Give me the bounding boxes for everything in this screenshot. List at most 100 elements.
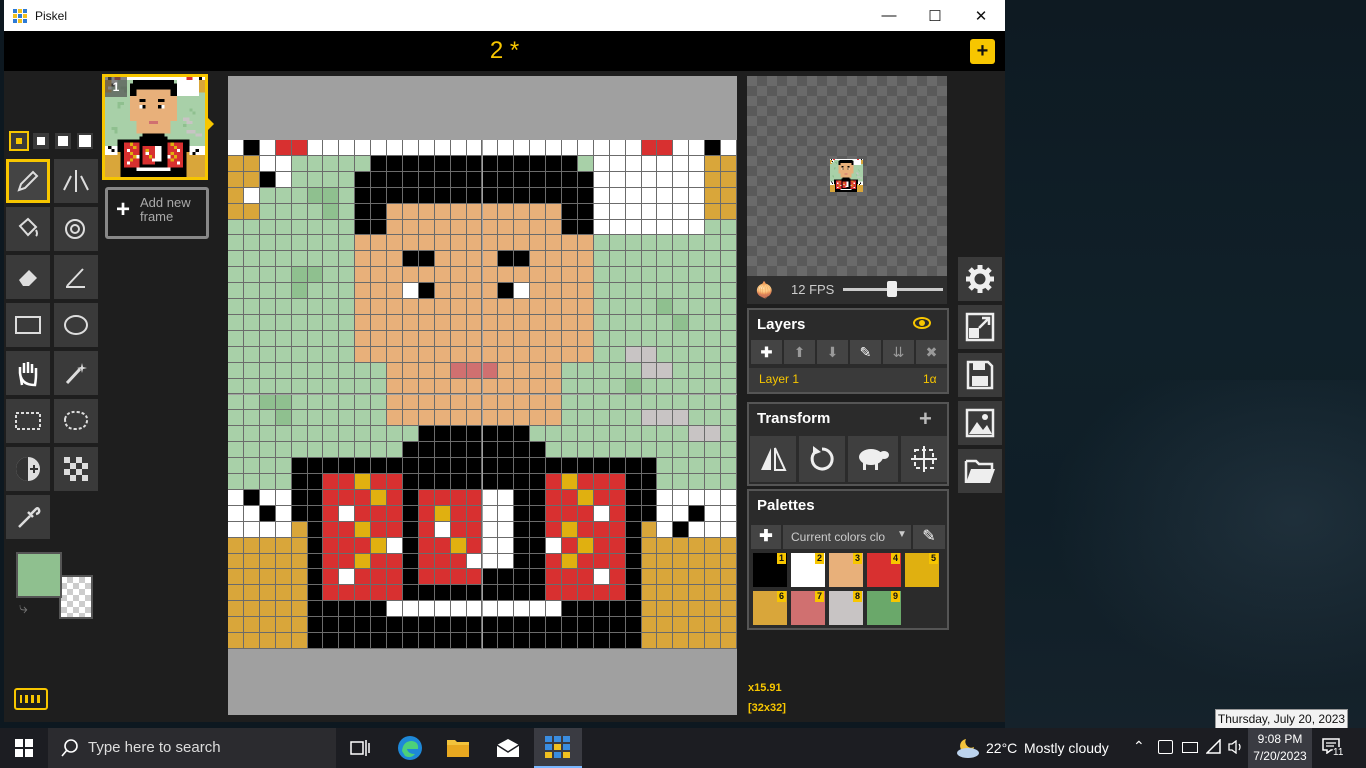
pixel[interactable] (387, 442, 403, 459)
pixel[interactable] (418, 553, 435, 570)
pixel[interactable] (323, 633, 340, 649)
pixel[interactable] (546, 394, 563, 411)
pixel[interactable] (466, 569, 483, 586)
pixel[interactable] (625, 203, 642, 220)
pixel[interactable] (577, 601, 594, 618)
pixel[interactable] (339, 203, 356, 220)
pixel[interactable] (466, 458, 483, 475)
pixel[interactable] (291, 458, 308, 475)
pixel[interactable] (387, 235, 403, 252)
pixel[interactable] (371, 394, 388, 411)
pixel[interactable] (577, 219, 594, 236)
resize-button[interactable] (958, 305, 1002, 349)
pixel[interactable] (323, 314, 340, 331)
lasso-select-tool[interactable] (54, 399, 98, 443)
pixel[interactable] (577, 633, 594, 649)
pixel[interactable] (577, 187, 594, 204)
pixel[interactable] (434, 489, 451, 506)
pixel[interactable] (450, 553, 467, 570)
pixel[interactable] (418, 505, 435, 522)
pixel[interactable] (323, 267, 340, 284)
pixel[interactable] (466, 187, 483, 204)
pixel[interactable] (402, 187, 419, 204)
pixel[interactable] (705, 553, 722, 570)
pixel[interactable] (434, 553, 451, 570)
mail-button[interactable] (484, 728, 532, 768)
pixel[interactable] (418, 219, 435, 236)
pixel[interactable] (562, 617, 578, 634)
pixel[interactable] (530, 474, 547, 490)
pixel[interactable] (339, 330, 356, 347)
pixel[interactable] (609, 219, 626, 236)
pixel[interactable] (355, 267, 372, 284)
move-layer-up-button[interactable]: ⬆ (784, 340, 815, 364)
pixel[interactable] (434, 346, 451, 363)
pixel[interactable] (546, 171, 563, 188)
pixel[interactable] (387, 553, 403, 570)
pixel[interactable] (514, 474, 531, 490)
pixel[interactable] (323, 601, 340, 618)
pixel[interactable] (721, 267, 737, 284)
pixel[interactable] (275, 155, 292, 172)
pixel[interactable] (657, 521, 674, 538)
pixel[interactable] (546, 140, 563, 156)
pixel[interactable] (259, 299, 276, 315)
pixel[interactable] (243, 187, 260, 204)
pixel[interactable] (275, 203, 292, 220)
pixel[interactable] (275, 140, 292, 156)
pixel[interactable] (307, 410, 324, 427)
pixel[interactable] (259, 601, 276, 618)
pixel[interactable] (434, 394, 451, 411)
pixel[interactable] (657, 187, 674, 204)
pixel[interactable] (482, 203, 499, 220)
pixel[interactable] (307, 203, 324, 220)
pixel[interactable] (593, 299, 610, 315)
eraser-tool[interactable] (6, 255, 50, 299)
notification-center-button[interactable]: 11 (1322, 738, 1345, 758)
pixel[interactable] (593, 489, 610, 506)
pixel[interactable] (387, 394, 403, 411)
pixel[interactable] (657, 442, 674, 459)
pixel[interactable] (721, 521, 737, 538)
pixel[interactable] (323, 410, 340, 427)
pixel[interactable] (418, 251, 435, 268)
pixel[interactable] (546, 314, 563, 331)
pixel[interactable] (466, 442, 483, 459)
pixel[interactable] (418, 442, 435, 459)
pixel[interactable] (689, 537, 706, 554)
pixel[interactable] (625, 426, 642, 443)
pixel[interactable] (562, 633, 578, 649)
pixel[interactable] (705, 378, 722, 395)
document-name[interactable]: 2 * (4, 37, 1005, 65)
pixel[interactable] (228, 299, 244, 315)
pixel[interactable] (546, 219, 563, 236)
pixel[interactable] (434, 299, 451, 315)
pixel[interactable] (466, 235, 483, 252)
pixel[interactable] (530, 251, 547, 268)
pixel[interactable] (546, 283, 563, 300)
pixel[interactable] (466, 251, 483, 268)
pixel[interactable] (641, 171, 658, 188)
pixel[interactable] (339, 346, 356, 363)
pixel[interactable] (577, 267, 594, 284)
pixel[interactable] (307, 537, 324, 554)
pixel[interactable] (371, 521, 388, 538)
pen-size-2[interactable] (33, 133, 49, 149)
pixel[interactable] (339, 219, 356, 236)
pixel[interactable] (450, 394, 467, 411)
pixel[interactable] (259, 617, 276, 634)
pixel[interactable] (418, 601, 435, 618)
pixel[interactable] (689, 394, 706, 411)
pixel[interactable] (259, 235, 276, 252)
pixel[interactable] (466, 489, 483, 506)
pixel[interactable] (323, 569, 340, 586)
pixel[interactable] (450, 601, 467, 618)
pixel[interactable] (673, 474, 690, 490)
pixel[interactable] (514, 251, 531, 268)
pixel[interactable] (562, 426, 578, 443)
pixel[interactable] (387, 458, 403, 475)
pixel[interactable] (466, 601, 483, 618)
palette-swatch-1[interactable]: 1 (753, 553, 787, 587)
pixel[interactable] (498, 314, 515, 331)
pixel[interactable] (577, 330, 594, 347)
